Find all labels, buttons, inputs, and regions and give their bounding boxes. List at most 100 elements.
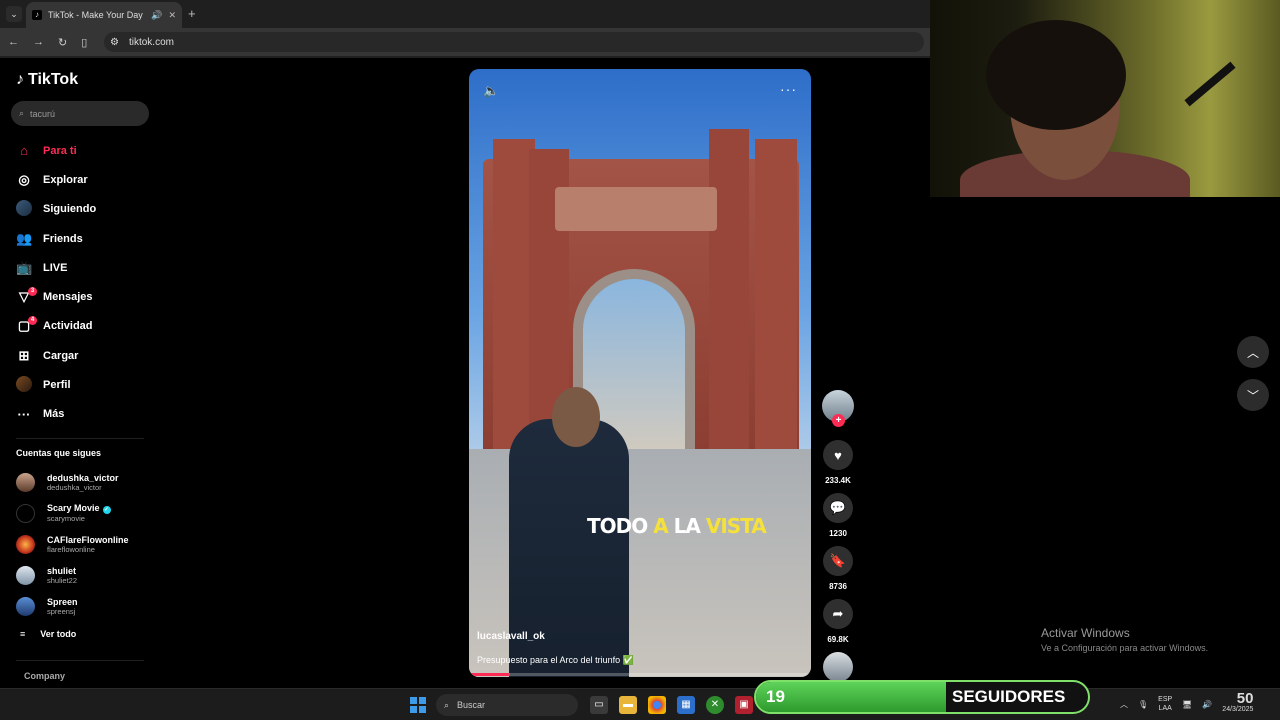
video-player[interactable]: 🔈 ··· TODO A LA VISTA lucaslavall_ok Pre…: [469, 69, 811, 677]
forward-icon[interactable]: →: [33, 36, 44, 48]
sidebar-item-mas[interactable]: ··· Más: [0, 400, 160, 429]
creator-avatar[interactable]: +: [822, 390, 854, 427]
sidebar-item-actividad[interactable]: ▢ 4 Actividad: [0, 312, 160, 341]
activate-windows-watermark: Activar Windows Ve a Configuración para …: [1041, 626, 1208, 653]
following-item[interactable]: Spreen spreensj: [16, 591, 156, 622]
sidebar-item-para-ti[interactable]: ⌂ Para ti: [0, 136, 160, 165]
following-item[interactable]: Scary Movie ✓ scarymovie: [16, 498, 156, 529]
clock-time: 50: [1236, 690, 1254, 707]
tab-title: TikTok - Make Your Day: [48, 10, 143, 20]
following-item[interactable]: shuliet shuliet22: [16, 560, 156, 591]
follow-plus-icon[interactable]: +: [832, 414, 845, 427]
xbox-icon[interactable]: ✕: [706, 696, 724, 714]
url-text: tiktok.com: [128, 36, 174, 48]
windows-start-icon[interactable]: [410, 697, 426, 713]
network-icon[interactable]: 🖥: [1182, 700, 1192, 709]
sidebar-item-label: Actividad: [43, 320, 93, 333]
account-handle: spreensj: [47, 606, 76, 616]
messages-badge: 3: [28, 287, 37, 297]
account-name: Scary Movie: [47, 503, 100, 513]
tiktok-logo[interactable]: ♪ TikTok: [16, 71, 78, 89]
sidebar-item-label: Cargar: [43, 349, 79, 362]
bookmark-icon[interactable]: 🔖: [823, 546, 853, 576]
close-tab-icon[interactable]: ✕: [168, 10, 176, 21]
task-view-icon[interactable]: ▭: [590, 696, 608, 714]
sidebar-item-live[interactable]: 📺 LIVE: [0, 253, 160, 282]
file-explorer-icon[interactable]: ▬: [619, 696, 637, 714]
mic-icon[interactable]: 🎙: [1138, 700, 1148, 709]
video-actions: + ♥ 233.4K 💬 1230 🔖 8736 ➦ 69.8K: [820, 390, 856, 682]
comment-icon[interactable]: 💬: [823, 493, 853, 523]
video-author[interactable]: lucaslavall_ok: [477, 631, 545, 642]
volume-icon[interactable]: 🔈: [483, 83, 499, 99]
search-input[interactable]: ⌕ tacurú: [11, 101, 149, 126]
taskbar-search[interactable]: ⌕ Buscar: [436, 694, 578, 716]
friends-icon: 👥: [16, 230, 33, 246]
reload-icon[interactable]: ↻: [58, 36, 67, 49]
split-view-icon[interactable]: ▯: [81, 36, 87, 49]
more-options-icon[interactable]: ···: [780, 81, 797, 97]
save-action[interactable]: 🔖 8736: [820, 546, 856, 591]
comment-action[interactable]: 💬 1230: [820, 493, 856, 538]
site-info-icon[interactable]: ⚙: [110, 37, 119, 48]
language-indicator[interactable]: ESP LAA: [1158, 695, 1172, 713]
avatar: [16, 504, 35, 523]
volume-icon[interactable]: 🔊: [1202, 700, 1212, 709]
browser-tab[interactable]: ♪ TikTok - Make Your Day 🔊 ✕: [26, 2, 182, 28]
sidebar-item-explorar[interactable]: ◎ Explorar: [0, 165, 160, 194]
sidebar-item-label: Siguiendo: [43, 203, 97, 216]
sidebar-item-mensajes[interactable]: ▽ 3 Mensajes: [0, 282, 160, 311]
video-scene-tower: [709, 129, 749, 459]
sidebar-item-friends[interactable]: 👥 Friends: [0, 224, 160, 253]
search-input-text: tacurú: [30, 108, 56, 119]
clock-date: 24/3/2025: [1222, 706, 1254, 713]
taskbar-search-label: Buscar: [457, 700, 486, 710]
activity-badge: 4: [28, 316, 37, 326]
next-video-button[interactable]: ﹀: [1237, 379, 1269, 411]
store-icon[interactable]: ▦: [677, 696, 695, 714]
activity-icon: ▢ 4: [16, 316, 37, 334]
live-tv-icon: 📺: [16, 259, 33, 275]
account-handle: shuliet22: [47, 575, 78, 585]
app-icon[interactable]: ▣: [735, 696, 753, 714]
divider: [16, 438, 144, 439]
avatar: [16, 473, 35, 492]
heart-icon[interactable]: ♥: [823, 440, 853, 470]
previous-video-button[interactable]: ︿: [1237, 336, 1269, 368]
url-field[interactable]: ⚙ tiktok.com: [104, 32, 924, 52]
following-item[interactable]: dedushka_victor dedushka_victor: [16, 467, 156, 498]
account-name: shuliet: [47, 565, 77, 576]
following-item[interactable]: CAFlareFlowonline flareflowonline: [16, 529, 156, 560]
tiktok-note-icon: ♪: [16, 71, 24, 88]
account-handle: flareflowonline: [47, 544, 95, 554]
sidebar-item-label: Friends: [43, 232, 83, 245]
video-progress-bar[interactable]: [469, 673, 811, 676]
audio-playing-icon[interactable]: 🔊: [151, 10, 162, 21]
back-icon[interactable]: ←: [8, 36, 19, 48]
company-link[interactable]: Company: [24, 671, 65, 681]
verified-icon: ✓: [102, 506, 111, 514]
overlay-word: TODO: [587, 514, 654, 538]
sidebar-item-siguiendo[interactable]: Siguiendo: [0, 195, 160, 224]
clock[interactable]: 50 24/3/2025: [1222, 690, 1254, 715]
webcam-hair: [986, 20, 1126, 130]
sidebar-item-perfil[interactable]: Perfil: [0, 370, 160, 399]
see-all-link[interactable]: ≡ Ver todo: [20, 629, 76, 639]
share-action[interactable]: ➦ 69.8K: [820, 599, 856, 644]
following-list: dedushka_victor dedushka_victor Scary Mov…: [16, 467, 156, 622]
like-action[interactable]: ♥ 233.4K: [820, 440, 856, 485]
following-section-title: Cuentas que sigues: [16, 448, 102, 458]
sidebar-item-cargar[interactable]: ⊞ Cargar: [0, 341, 160, 370]
logo-text: TikTok: [28, 71, 79, 88]
chrome-icon[interactable]: [648, 696, 666, 714]
tray-chevron-icon[interactable]: ︿: [1120, 699, 1128, 710]
followers-widget: 19 SEGUIDORES: [754, 680, 1090, 714]
chevron-up-icon: ︿: [1246, 345, 1259, 360]
following-avatar: [16, 199, 32, 219]
tab-search-button[interactable]: ⌄: [6, 6, 22, 22]
new-tab-button[interactable]: +: [188, 6, 196, 22]
share-icon[interactable]: ➦: [823, 599, 853, 629]
keyboard-code: LAA: [1158, 705, 1172, 712]
music-disc-avatar[interactable]: [823, 652, 853, 682]
video-scene-frieze: [555, 187, 717, 231]
